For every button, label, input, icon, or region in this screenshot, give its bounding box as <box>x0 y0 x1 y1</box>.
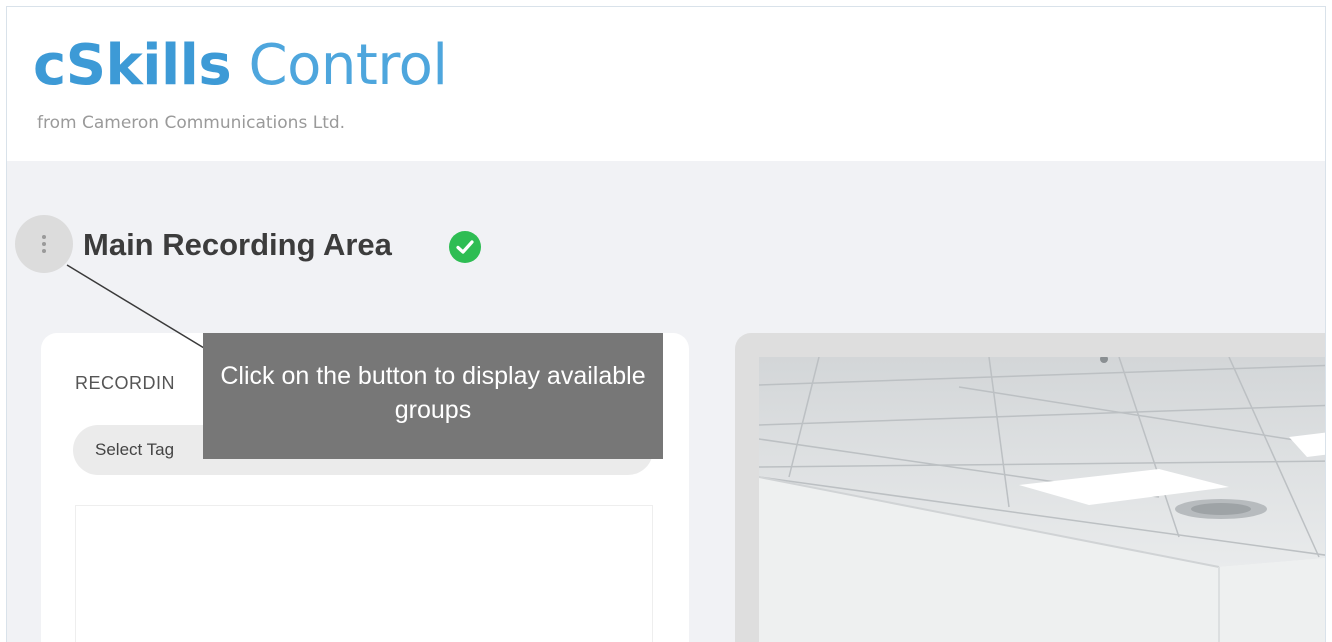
app-frame: cSkills Control from Cameron Communicati… <box>6 6 1326 642</box>
camera-feed <box>759 357 1325 642</box>
panel-heading: RECORDIN <box>75 373 176 393</box>
video-panel <box>735 333 1325 642</box>
page-title: Main Recording Area <box>83 227 392 262</box>
recording-list <box>75 505 653 642</box>
brand-tagline: from Cameron Communications Ltd. <box>37 113 346 133</box>
vertical-dots-icon <box>42 235 46 253</box>
help-tooltip: Click on the button to display available… <box>203 333 663 459</box>
brand-logo: cSkills Control <box>33 31 448 101</box>
groups-menu-button[interactable] <box>15 215 73 273</box>
app-header: cSkills Control from Cameron Communicati… <box>7 7 1325 161</box>
check-circle-icon <box>449 231 481 263</box>
brand-name-light: Control <box>248 33 448 98</box>
brand-name-strong: cSkills <box>33 33 232 98</box>
